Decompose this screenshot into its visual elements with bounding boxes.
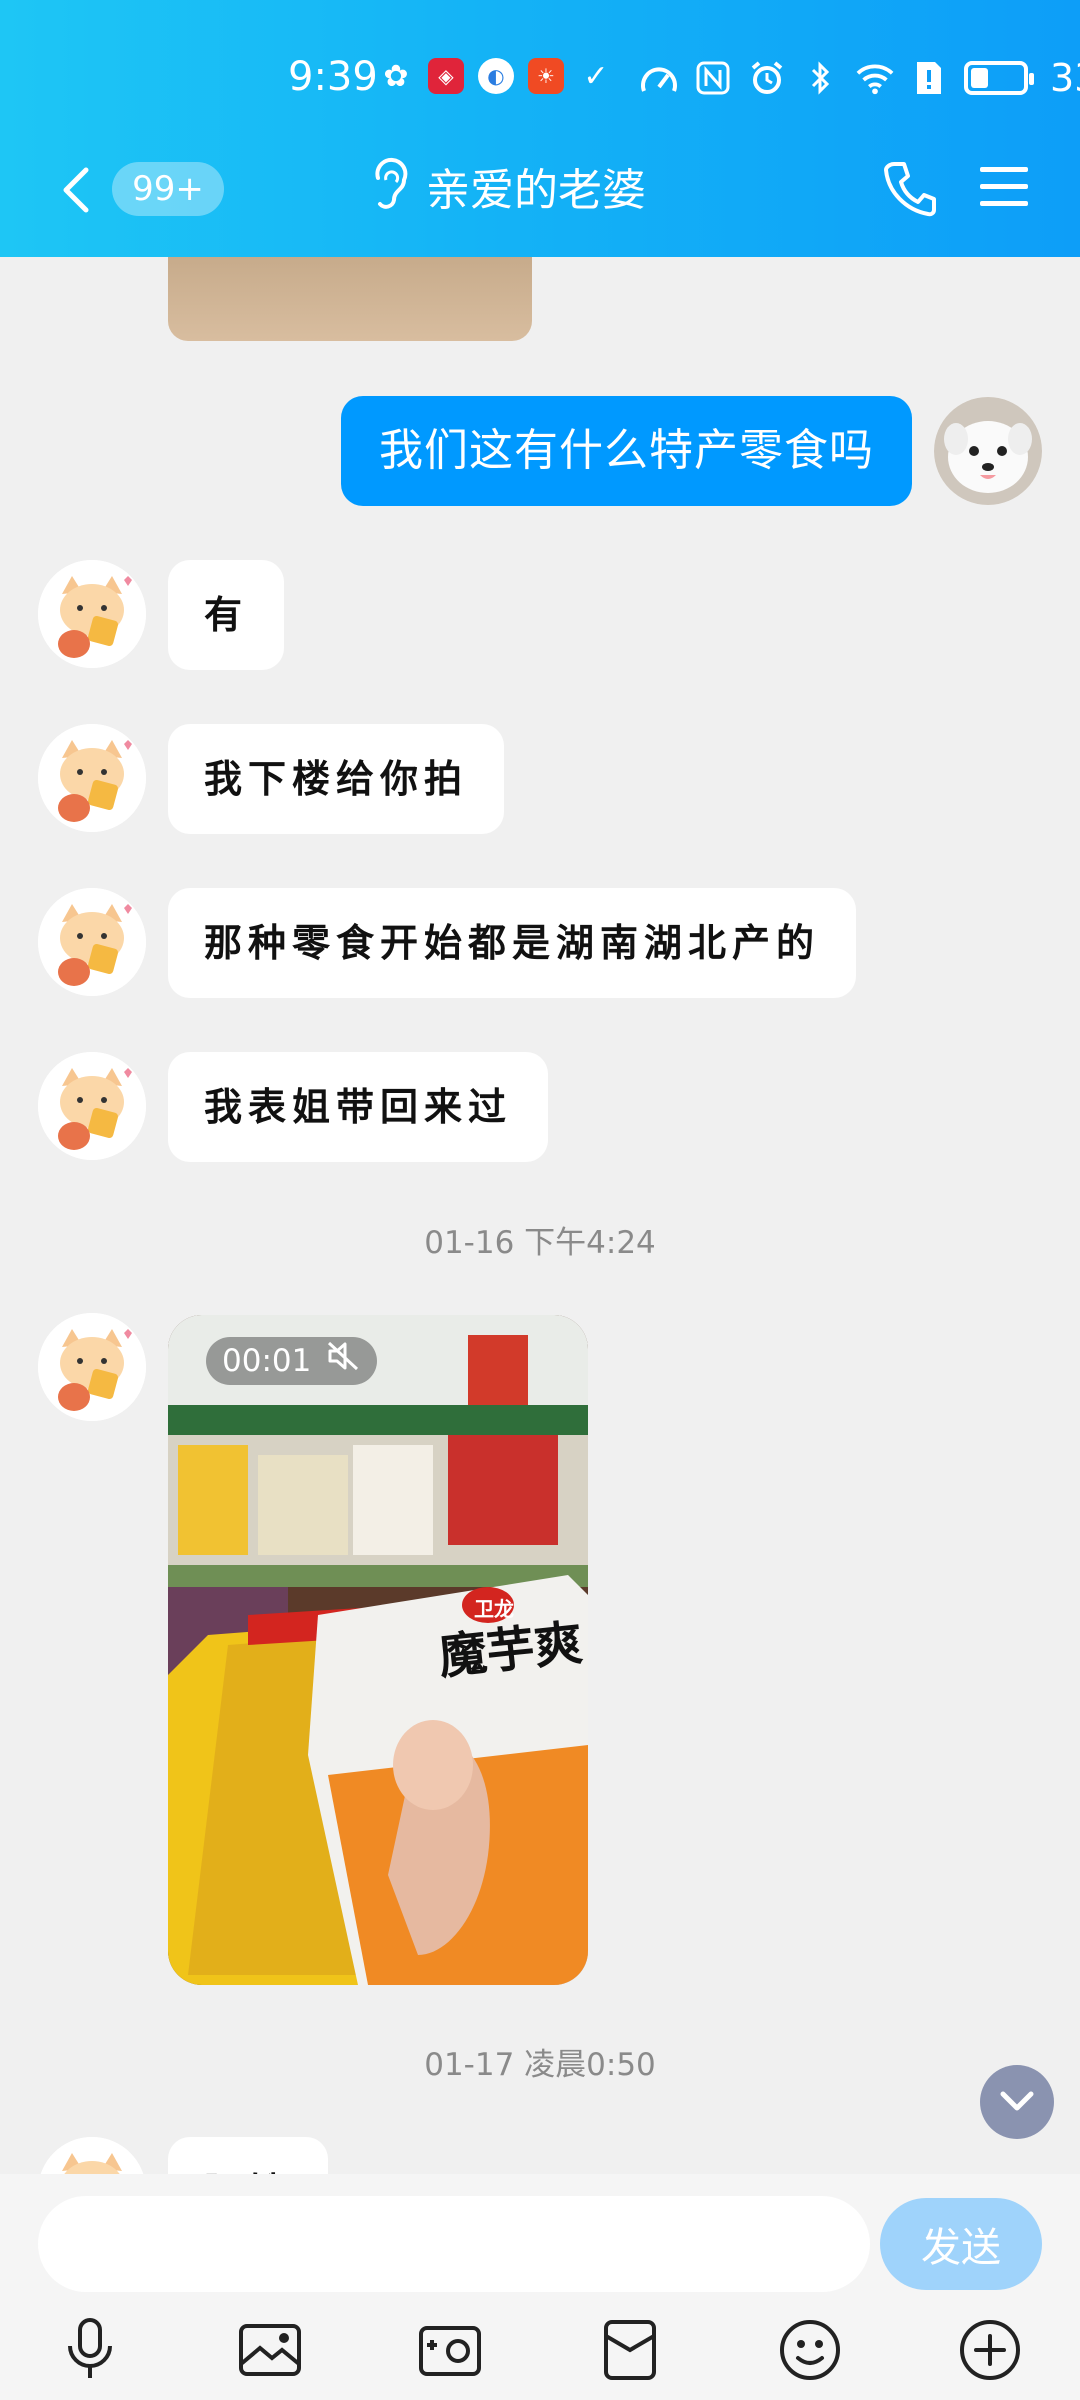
bluetooth-icon (802, 59, 840, 97)
battery-percent: 33% (1050, 56, 1080, 100)
message-input[interactable] (38, 2196, 870, 2292)
timestamp-separator: 01-16 下午4:24 (424, 1225, 656, 1261)
input-bar: 发送 (0, 2174, 1080, 2400)
contact-avatar[interactable] (38, 2137, 146, 2174)
timestamp-separator: 01-17 凌晨0:50 (424, 2047, 656, 2083)
chat-header: 9:39 ✿ ◈ ◐ ☀ ✓ 3 99+ 亲爱的老婆 (0, 0, 1080, 257)
status-time: 9:39 (288, 54, 378, 100)
navigation-bar: 99+ 亲爱的老婆 (0, 150, 1080, 230)
battery-icon (964, 61, 1034, 95)
unread-badge[interactable]: 99+ (112, 162, 224, 216)
speed-icon (640, 59, 678, 97)
sim-alert-icon (910, 59, 948, 97)
contact-message-bubble[interactable]: 我表姐带回来过 (168, 1052, 549, 1162)
back-icon[interactable] (56, 162, 96, 218)
microphone-icon[interactable] (56, 2316, 124, 2384)
contact-message-bubble[interactable]: 有 (168, 560, 285, 670)
send-button[interactable]: 发送 (880, 2198, 1042, 2290)
image-message[interactable] (168, 257, 532, 341)
video-message[interactable]: 魔芋爽 卫龙 00:01 (168, 1315, 588, 1985)
scroll-to-bottom-button[interactable] (980, 2065, 1054, 2139)
wechat-icon: ✿ (383, 58, 409, 94)
chat-area[interactable]: 我们这有什么特产零食吗 有 我下楼给你拍 那种零食开始都是湖南湖北产的 我表姐带… (0, 257, 1080, 2174)
app-notification-icon: ✓ (583, 58, 609, 94)
image-icon[interactable] (236, 2316, 304, 2384)
contact-avatar[interactable] (38, 1313, 146, 1421)
contact-avatar[interactable] (38, 1052, 146, 1160)
plus-icon[interactable] (956, 2316, 1024, 2384)
chevron-down-icon (1000, 2091, 1034, 2111)
video-duration: 00:01 (222, 1343, 312, 1379)
red-packet-icon[interactable] (596, 2316, 664, 2384)
wifi-icon (856, 59, 894, 97)
mute-icon[interactable] (327, 1337, 361, 1385)
chat-title-area[interactable]: 亲爱的老婆 (370, 154, 646, 218)
menu-icon[interactable] (978, 164, 1030, 210)
my-message-bubble[interactable]: 我们这有什么特产零食吗 (341, 396, 912, 506)
phone-icon[interactable] (882, 158, 938, 218)
emoji-icon[interactable] (776, 2316, 844, 2384)
contact-message-bubble[interactable]: 阿嫂 (168, 2137, 329, 2174)
input-toolbar (0, 2316, 1080, 2396)
contact-message-bubble[interactable]: 那种零食开始都是湖南湖北产的 (168, 888, 857, 998)
alarm-icon (748, 59, 786, 97)
notification-icons: ✿ ◈ ◐ ☀ ✓ (378, 58, 614, 94)
ear-icon (370, 156, 410, 216)
news-app-icon: ☀ (528, 58, 564, 94)
camera-icon[interactable] (416, 2316, 484, 2384)
package-brand: 卫龙 (474, 1597, 514, 1621)
contact-message-bubble[interactable]: 我下楼给你拍 (168, 724, 505, 834)
status-bar: 9:39 ✿ ◈ ◐ ☀ ✓ 3 (0, 48, 1080, 112)
shopping-app-icon: ◈ (428, 58, 464, 94)
my-avatar[interactable] (934, 397, 1042, 505)
chat-title: 亲爱的老婆 (426, 165, 646, 216)
browser-app-icon: ◐ (478, 58, 514, 94)
contact-avatar[interactable] (38, 560, 146, 668)
system-status-icons: 33% (640, 56, 1080, 100)
contact-avatar[interactable] (38, 724, 146, 832)
nfc-icon (694, 59, 732, 97)
contact-avatar[interactable] (38, 888, 146, 996)
video-duration-tag: 00:01 (206, 1337, 378, 1385)
